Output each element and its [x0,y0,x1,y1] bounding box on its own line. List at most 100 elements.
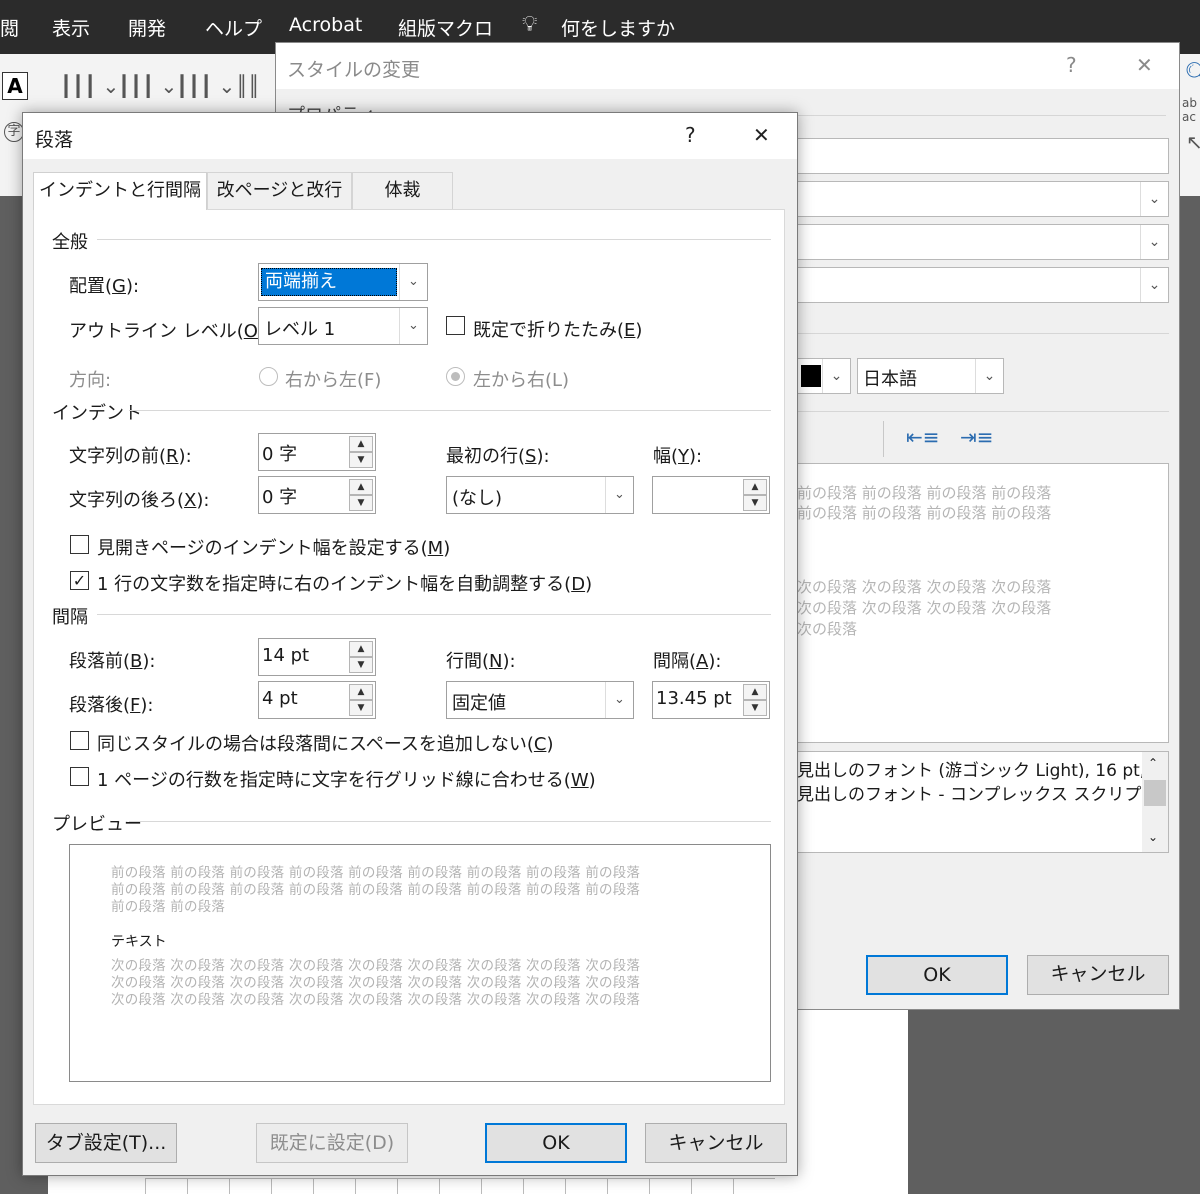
style-ok-button[interactable]: OK [866,955,1008,995]
auto-adjust-checkbox[interactable]: ✓ [70,571,89,590]
indent-width-spinner[interactable]: ▲ ▼ [652,476,770,514]
replace-icon[interactable]: ab ac [1182,96,1197,124]
chevron-down-icon[interactable]: ⌄ [605,477,633,513]
ltr-radio[interactable] [446,367,465,386]
cancel-button[interactable]: キャンセル [645,1123,787,1163]
font-color-select[interactable]: ⌄ [796,358,851,394]
chevron-down-icon[interactable]: ⌄ [399,264,427,300]
indent-before-spinner[interactable]: 0 字 ▲ ▼ [258,433,376,471]
spin-down-icon[interactable]: ▼ [743,495,767,511]
search-icon[interactable]: 🔍︎ [1184,62,1200,87]
spin-down-icon[interactable]: ▼ [743,700,767,716]
auto-adjust-label: 1 行の文字数を指定時に右のインデント幅を自動調整する(D) [97,574,593,595]
ok-button[interactable]: OK [485,1123,627,1163]
preview-line: 次の段落 次の段落 次の段落 次の段落 [797,599,1052,617]
tab-line-page-breaks[interactable]: 改ページと改行 [207,172,352,209]
alignment-select[interactable]: 両端揃え ⌄ [258,263,428,301]
alignment-label: 配置(G): [69,276,140,297]
rtl-radio[interactable] [259,367,278,386]
snap-grid-checkbox[interactable] [70,767,89,786]
line-spacing-select[interactable]: 固定値 ⌄ [446,681,634,719]
space-after-value: 4 pt [262,688,298,709]
next-style-select[interactable]: ⌄ [796,267,1169,303]
first-line-label: 最初の行(S): [446,446,550,467]
section-line [796,333,1169,334]
spin-up-icon[interactable]: ▲ [349,684,373,700]
select-cursor-icon[interactable]: ↖ [1186,130,1200,154]
indent-after-spinner[interactable]: 0 字 ▲ ▼ [258,476,376,514]
space-before-spinner[interactable]: 14 pt ▲ ▼ [258,638,376,676]
scroll-thumb[interactable] [1144,780,1166,806]
help-icon[interactable]: ? [685,123,696,147]
indent-before-value: 0 字 [262,444,298,465]
spin-down-icon[interactable]: ▼ [349,657,373,673]
dialog-title: 段落 [35,129,74,151]
preview-line: 次の段落 [797,620,858,638]
no-space-checkbox[interactable] [70,731,89,750]
spacing-at-label: 間隔(A): [653,651,722,672]
language-select[interactable]: 日本語 ⌄ [857,358,1004,394]
ltr-label: 左から右(L) [473,370,570,391]
set-as-default-button[interactable]: 既定に設定(D) [256,1123,408,1163]
preview-header: プレビュー [52,814,142,835]
tabs-button[interactable]: タブ設定(T)... [35,1123,177,1163]
increase-indent-icon[interactable]: ⇥≡ [960,425,994,449]
collapse-checkbox[interactable] [446,316,465,335]
language-value: 日本語 [863,369,917,390]
close-icon[interactable]: ✕ [1136,53,1153,77]
menu-item-review[interactable]: 閲 [0,14,19,41]
spin-up-icon[interactable]: ▲ [349,641,373,657]
spin-up-icon[interactable]: ▲ [743,684,767,700]
menu-item-view[interactable]: 表示 [52,14,90,41]
phonetic-icon[interactable]: 字 [4,122,24,142]
help-icon[interactable]: ? [1066,53,1077,77]
mirror-indent-checkbox[interactable] [70,535,89,554]
preview-prev-line: 前の段落 前の段落 [111,899,226,915]
tell-me-search[interactable]: 何をしますか [561,14,675,41]
distribute-icon[interactable]: ┃┃┃ ⌄ [118,74,177,98]
style-based-on-select[interactable]: ⌄ [796,224,1169,260]
menu-item-developer[interactable]: 開発 [128,14,166,41]
font-color-icon[interactable]: A [2,72,28,100]
close-icon[interactable]: ✕ [753,123,770,147]
space-after-spinner[interactable]: 4 pt ▲ ▼ [258,681,376,719]
description-scrollbar[interactable]: ⌃ ⌄ [1142,752,1168,852]
spacing-header: 間隔 [52,607,88,628]
chevron-down-icon[interactable]: ⌄ [605,682,633,718]
scroll-up-icon[interactable]: ⌃ [1148,756,1158,770]
first-line-select[interactable]: (なし) ⌄ [446,476,634,514]
style-description-box: 見出しのフォント (游ゴシック Light), 16 pt, 見出しのフォント … [796,751,1169,853]
spin-up-icon[interactable]: ▲ [349,436,373,452]
spin-down-icon[interactable]: ▼ [349,700,373,716]
spin-down-icon[interactable]: ▼ [349,495,373,511]
menu-item-macro[interactable]: 組版マクロ [398,14,493,41]
spin-down-icon[interactable]: ▼ [349,452,373,468]
tab-typography[interactable]: 体裁 [352,172,453,209]
document-grid [145,1178,775,1194]
style-cancel-button[interactable]: キャンセル [1027,955,1169,995]
menu-item-help[interactable]: ヘルプ [205,14,262,41]
chevron-down-icon[interactable]: ⌄ [399,308,427,344]
modify-style-titlebar: スタイルの変更 ? ✕ [276,43,1179,89]
spin-up-icon[interactable]: ▲ [349,479,373,495]
paragraph-dialog: 段落 ? ✕ インデントと行間隔 改ページと改行 体裁 全般 配置(G): 両端… [22,112,798,1176]
style-preview-box: 前の段落 前の段落 前の段落 前の段落 前の段落 前の段落 前の段落 前の段落 … [796,463,1169,743]
tools-icon[interactable]: ║║ [236,74,260,98]
snap-grid-label: 1 ページの行数を指定時に文字を行グリッド線に合わせる(W) [97,770,596,791]
spin-up-icon[interactable]: ▲ [743,479,767,495]
section-line [796,115,1166,116]
distribute-icon[interactable]: ┃┃┃ ⌄ [176,74,235,98]
spacing-at-spinner[interactable]: 13.45 pt ▲ ▼ [652,681,770,719]
indent-after-label: 文字列の後ろ(X): [69,490,210,511]
scroll-down-icon[interactable]: ⌄ [1148,830,1158,844]
style-type-select[interactable]: ⌄ [796,181,1169,217]
section-line [97,239,771,240]
menu-item-acrobat[interactable]: Acrobat [289,14,362,36]
first-line-value: (なし) [452,488,503,509]
style-name-input[interactable] [796,138,1169,174]
tab-indent-spacing[interactable]: インデントと行間隔 [33,172,207,210]
decrease-indent-icon[interactable]: ⇤≡ [906,425,940,449]
distribute-icon[interactable]: ┃┃┃ ⌄ [60,74,119,98]
outline-level-select[interactable]: レベル 1 ⌄ [258,307,428,345]
preview-line: 次の段落 次の段落 次の段落 次の段落 [797,578,1052,596]
